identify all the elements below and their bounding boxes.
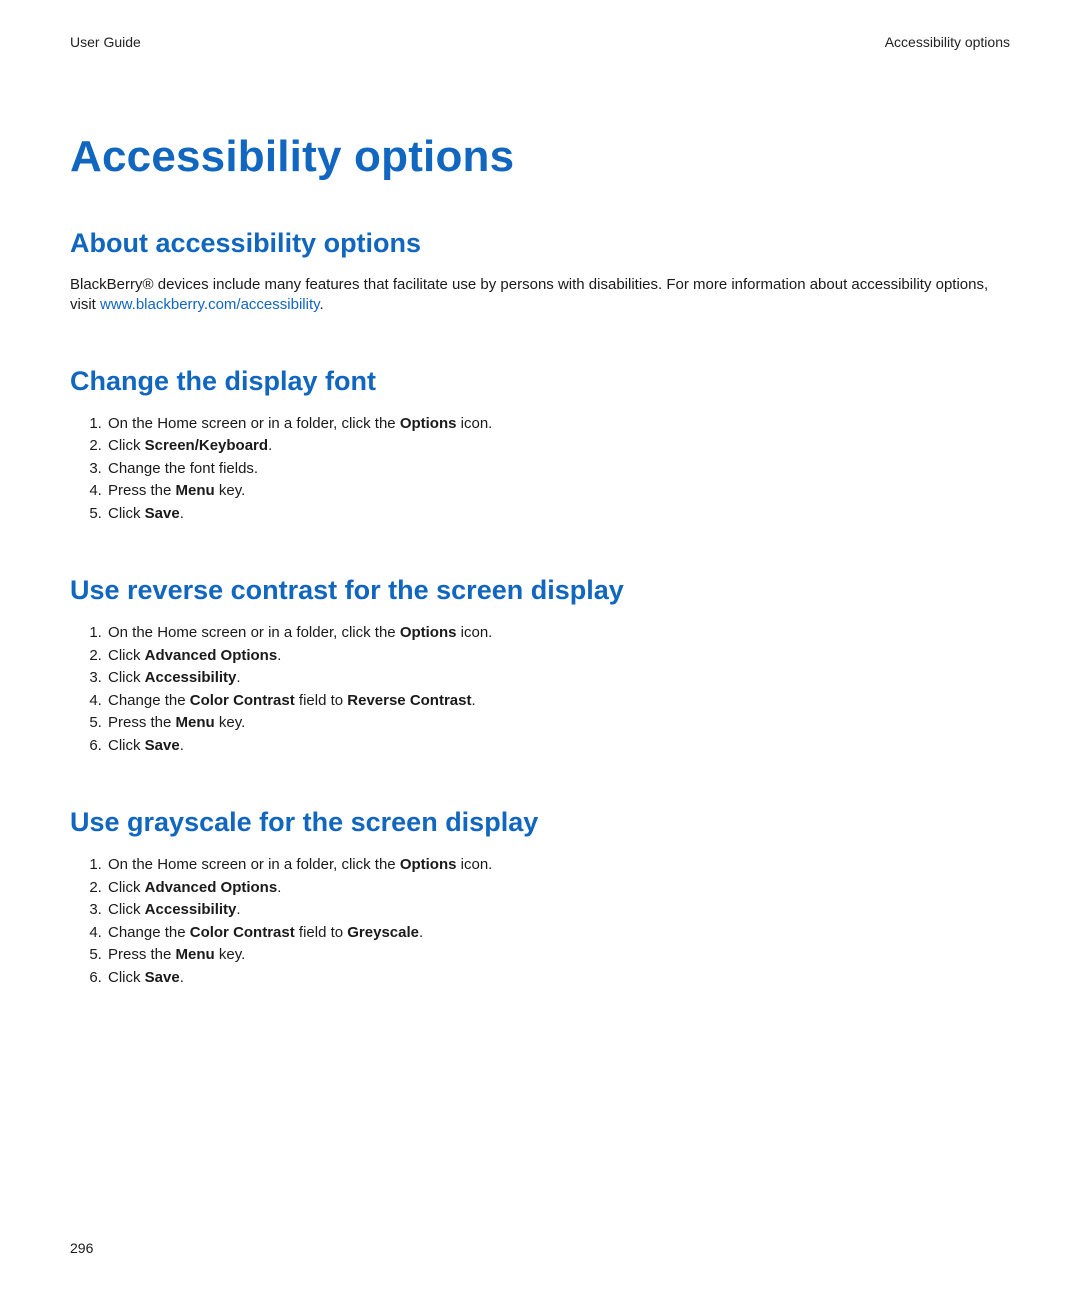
bold-text: Reverse Contrast	[347, 692, 471, 709]
grayscale-steps: On the Home screen or in a folder, click…	[70, 854, 1010, 989]
bold-text: Color Contrast	[190, 924, 295, 941]
list-item: Change the font fields.	[106, 458, 1010, 481]
list-item: Click Accessibility.	[106, 899, 1010, 922]
list-item: Change the Color Contrast field to Rever…	[106, 690, 1010, 713]
list-item: Press the Menu key.	[106, 480, 1010, 503]
text: .	[268, 437, 272, 454]
text: Click	[108, 901, 145, 918]
bold-text: Menu	[176, 946, 215, 963]
reverse-steps: On the Home screen or in a folder, click…	[70, 622, 1010, 757]
list-item: Click Save.	[106, 503, 1010, 526]
bold-text: Accessibility	[145, 669, 237, 686]
bold-text: Menu	[176, 482, 215, 499]
list-item: Click Save.	[106, 735, 1010, 758]
list-item: Click Advanced Options.	[106, 877, 1010, 900]
text: .	[277, 879, 281, 896]
section-reverse-heading: Use reverse contrast for the screen disp…	[70, 575, 1010, 606]
text: key.	[215, 714, 246, 731]
text: Click	[108, 969, 145, 986]
list-item: Press the Menu key.	[106, 944, 1010, 967]
text: On the Home screen or in a folder, click…	[108, 856, 400, 873]
text: .	[180, 505, 184, 522]
text: .	[277, 647, 281, 664]
bold-text: Accessibility	[145, 901, 237, 918]
text: Change the	[108, 924, 190, 941]
list-item: Click Accessibility.	[106, 667, 1010, 690]
section-about-heading: About accessibility options	[70, 228, 1010, 259]
text: icon.	[456, 856, 492, 873]
list-item: Change the Color Contrast field to Greys…	[106, 922, 1010, 945]
about-link[interactable]: www.blackberry.com/accessibility	[100, 296, 320, 313]
header-right: Accessibility options	[885, 34, 1010, 50]
section-grayscale-heading: Use grayscale for the screen display	[70, 807, 1010, 838]
list-item: Click Save.	[106, 967, 1010, 990]
header-left: User Guide	[70, 34, 141, 50]
bold-text: Greyscale	[347, 924, 419, 941]
about-intro-after: .	[320, 296, 324, 313]
text: .	[180, 737, 184, 754]
bold-text: Screen/Keyboard	[145, 437, 268, 454]
bold-text: Options	[400, 856, 457, 873]
text: Click	[108, 669, 145, 686]
bold-text: Color Contrast	[190, 692, 295, 709]
text: Click	[108, 647, 145, 664]
text: Click	[108, 737, 145, 754]
text: .	[236, 901, 240, 918]
text: Press the	[108, 946, 176, 963]
list-item: On the Home screen or in a folder, click…	[106, 622, 1010, 645]
bold-text: Advanced Options	[145, 647, 278, 664]
page-title: Accessibility options	[70, 132, 1010, 182]
text: icon.	[456, 415, 492, 432]
text: .	[236, 669, 240, 686]
text: On the Home screen or in a folder, click…	[108, 415, 400, 432]
page-header: User Guide Accessibility options	[70, 34, 1010, 50]
text: Click	[108, 437, 145, 454]
section-change-font-heading: Change the display font	[70, 366, 1010, 397]
bold-text: Advanced Options	[145, 879, 278, 896]
list-item: On the Home screen or in a folder, click…	[106, 854, 1010, 877]
list-item: On the Home screen or in a folder, click…	[106, 413, 1010, 436]
bold-text: Options	[400, 415, 457, 432]
bold-text: Save	[145, 505, 180, 522]
text: field to	[295, 924, 348, 941]
text: Press the	[108, 482, 176, 499]
bold-text: Save	[145, 969, 180, 986]
text: key.	[215, 946, 246, 963]
document-page: User Guide Accessibility options Accessi…	[0, 0, 1080, 1296]
text: Click	[108, 505, 145, 522]
list-item: Click Advanced Options.	[106, 645, 1010, 668]
bold-text: Options	[400, 624, 457, 641]
list-item: Click Screen/Keyboard.	[106, 435, 1010, 458]
text: Press the	[108, 714, 176, 731]
list-item: Press the Menu key.	[106, 712, 1010, 735]
text: key.	[215, 482, 246, 499]
bold-text: Save	[145, 737, 180, 754]
text: On the Home screen or in a folder, click…	[108, 624, 400, 641]
about-paragraph: BlackBerry® devices include many feature…	[70, 275, 1010, 316]
text: .	[180, 969, 184, 986]
text: .	[419, 924, 423, 941]
page-number: 296	[70, 1240, 93, 1256]
change-font-steps: On the Home screen or in a folder, click…	[70, 413, 1010, 526]
text: Click	[108, 879, 145, 896]
text: Change the	[108, 692, 190, 709]
text: icon.	[456, 624, 492, 641]
text: .	[471, 692, 475, 709]
bold-text: Menu	[176, 714, 215, 731]
text: field to	[295, 692, 348, 709]
